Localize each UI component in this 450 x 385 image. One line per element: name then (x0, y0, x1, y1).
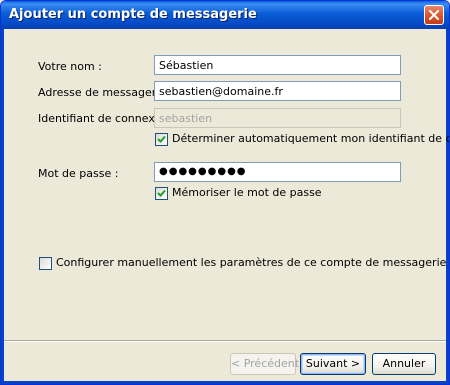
dialog-content: Votre nom : Sébastien Adresse de message… (4, 29, 449, 381)
checkmark-icon (157, 189, 166, 197)
manual-config-checkbox[interactable] (39, 257, 52, 270)
manual-config-label: Configurer manuellement les paramètres d… (56, 256, 447, 269)
name-field[interactable]: Sébastien (154, 55, 401, 75)
cancel-button[interactable]: Annuler (372, 353, 436, 375)
auto-login-label: Déterminer automatiquement mon identifia… (172, 132, 449, 145)
login-field[interactable]: sebastien (154, 108, 401, 128)
password-label: Mot de passe : (38, 167, 119, 180)
close-icon (429, 10, 439, 20)
title-bar: Ajouter un compte de messagerie (1, 1, 449, 29)
window-title: Ajouter un compte de messagerie (9, 7, 257, 22)
window-frame-bottom (1, 381, 449, 384)
next-button[interactable]: Suivant > (300, 353, 366, 375)
window-frame-right (446, 29, 449, 384)
footer-divider (4, 340, 446, 342)
checkmark-icon (157, 135, 166, 143)
remember-password-label: Mémoriser le mot de passe (172, 186, 322, 199)
remember-password-checkbox[interactable] (155, 187, 168, 200)
add-mail-account-dialog: Ajouter un compte de messagerie Votre no… (0, 0, 450, 385)
password-field[interactable]: ●●●●●●●●● (154, 162, 401, 182)
previous-button[interactable]: < Précédent (230, 353, 299, 375)
auto-login-checkbox[interactable] (155, 133, 168, 146)
name-label: Votre nom : (38, 60, 102, 73)
email-field[interactable]: sebastien@domaine.fr (154, 81, 401, 101)
close-button[interactable] (424, 5, 444, 25)
